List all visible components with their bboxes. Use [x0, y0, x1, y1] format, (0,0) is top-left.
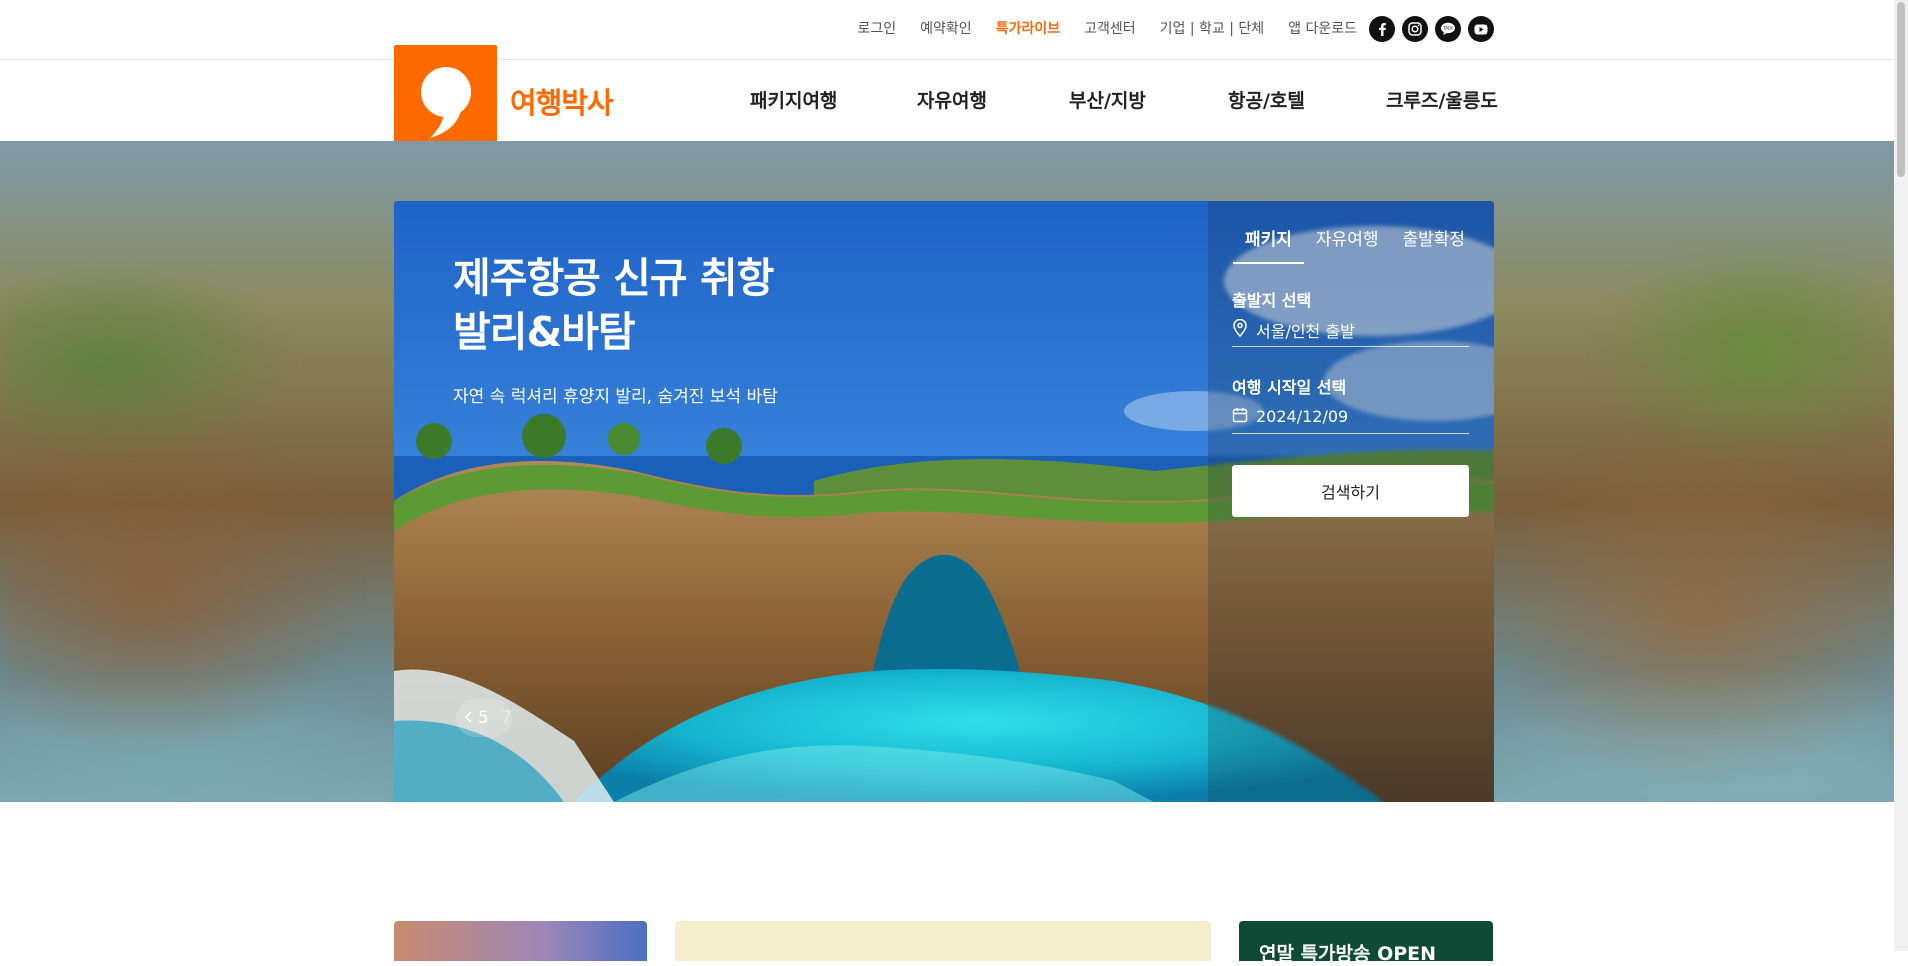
promo-card-2[interactable] — [675, 921, 1211, 961]
hero-title-line2: 발리&바탐 — [453, 308, 636, 356]
search-panel: 패키지 자유여행 출발확정 출발지 선택 서울/인천 출발 여행 시작일 선택 … — [1208, 201, 1494, 802]
departure-label: 출발지 선택 — [1232, 291, 1312, 310]
live-deal-link[interactable]: 특가라이브 — [996, 16, 1060, 42]
slide-pager[interactable]: 5 7 — [456, 699, 512, 737]
svg-text:TALK: TALK — [1442, 26, 1453, 31]
hero-subtitle: 자연 속 럭셔리 휴양지 발리, 숨겨진 보석 바탐 — [453, 387, 778, 407]
facebook-icon[interactable] — [1369, 16, 1395, 42]
search-button[interactable]: 검색하기 — [1232, 465, 1469, 517]
date-label: 여행 시작일 선택 — [1232, 378, 1347, 397]
page-scrollbar[interactable] — [1894, 0, 1908, 951]
tab-departure-confirmed[interactable]: 출발확정 — [1390, 225, 1477, 264]
instagram-icon[interactable] — [1402, 16, 1428, 42]
promo-card-3-title: 연말 특가방송 OPEN — [1259, 943, 1437, 965]
main-nav: 패키지여행 자유여행 부산/지방 항공/호텔 크루즈/울릉도 — [0, 86, 1908, 116]
hero-title: 제주항공 신규 취항 발리&바탐 — [453, 251, 774, 359]
promo-card-3[interactable]: 연말 특가방송 OPEN — [1239, 921, 1493, 965]
calendar-icon — [1232, 407, 1248, 427]
app-download-link[interactable]: 앱 다운로드 — [1288, 16, 1357, 42]
search-tabs: 패키지 자유여행 출발확정 — [1233, 225, 1477, 264]
top-utility-bar: 로그인 예약확인 특가라이브 고객센터 기업 | 학교 | 단체 앱 다운로드 … — [0, 0, 1894, 60]
nav-package-tour[interactable]: 패키지여행 — [750, 86, 837, 113]
current-slide: 5 — [478, 708, 489, 728]
scrollbar-thumb[interactable] — [1897, 2, 1905, 177]
tab-package[interactable]: 패키지 — [1233, 225, 1304, 264]
date-field[interactable]: 2024/12/09 — [1232, 400, 1469, 434]
departure-field[interactable]: 서울/인천 출발 — [1232, 313, 1469, 347]
promo-card-1[interactable] — [394, 921, 647, 961]
login-link[interactable]: 로그인 — [858, 16, 897, 42]
tab-free-travel[interactable]: 자유여행 — [1304, 225, 1391, 264]
nav-cruise-ulleungdo[interactable]: 크루즈/울릉도 — [1386, 86, 1498, 113]
social-links: TALK — [1369, 16, 1494, 42]
date-value: 2024/12/09 — [1256, 407, 1349, 426]
corporate-link[interactable]: 기업 | 학교 | 단체 — [1160, 16, 1265, 42]
departure-value: 서울/인천 출발 — [1256, 321, 1355, 341]
utility-nav: 로그인 예약확인 특가라이브 고객센터 기업 | 학교 | 단체 앱 다운로드 … — [834, 16, 1494, 42]
support-link[interactable]: 고객센터 — [1084, 16, 1136, 42]
total-slides: 7 — [500, 708, 512, 728]
chevron-left-icon[interactable] — [464, 708, 472, 728]
talk-icon[interactable]: TALK — [1435, 16, 1461, 42]
location-pin-icon — [1232, 318, 1248, 341]
nav-busan-regional[interactable]: 부산/지방 — [1069, 86, 1146, 113]
hero-banner[interactable]: 제주항공 신규 취항 발리&바탐 자연 속 럭셔리 휴양지 발리, 숨겨진 보석… — [394, 201, 1494, 802]
reservation-link[interactable]: 예약확인 — [920, 16, 972, 42]
nav-air-hotel[interactable]: 항공/호텔 — [1228, 86, 1305, 113]
youtube-icon[interactable] — [1468, 16, 1494, 42]
nav-free-travel[interactable]: 자유여행 — [917, 86, 987, 113]
hero-title-line1: 제주항공 신규 취항 — [453, 254, 774, 302]
